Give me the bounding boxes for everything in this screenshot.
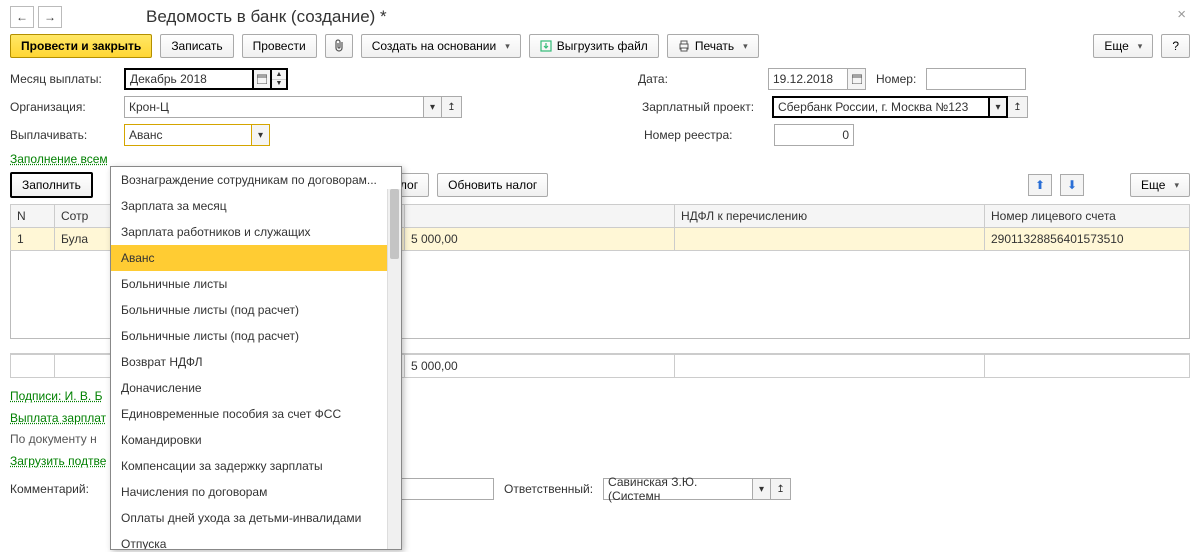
dropdown-item[interactable]: Оплаты дней ухода за детьми-инвалидами	[111, 505, 401, 531]
dropdown-item[interactable]: Компенсации за задержку зарплаты	[111, 453, 401, 479]
org-label: Организация:	[10, 100, 114, 114]
printer-icon	[678, 40, 690, 52]
responsible-dd-icon[interactable]: ▾	[753, 478, 771, 500]
print-button[interactable]: Печать	[667, 34, 759, 58]
registry-label: Номер реестра:	[644, 128, 764, 142]
upload-confirm-link[interactable]: Загрузить подтве	[10, 454, 106, 468]
payment-link[interactable]: Выплата зарплат	[10, 411, 106, 425]
save-button[interactable]: Записать	[160, 34, 233, 58]
close-icon[interactable]: ×	[1177, 6, 1186, 23]
fill-button[interactable]: Заполнить	[10, 172, 93, 198]
month-label: Месяц выплаты:	[10, 72, 114, 86]
create-based-button[interactable]: Создать на основании	[361, 34, 521, 58]
col-ndfl[interactable]: НДФЛ к перечислению	[675, 205, 985, 228]
dropdown-item[interactable]: Зарплата работников и служащих	[111, 219, 401, 245]
dropdown-item[interactable]: Начисления по договорам	[111, 479, 401, 505]
pay-dd-icon[interactable]: ▾	[252, 124, 270, 146]
dropdown-item[interactable]: Вознаграждение сотрудникам по договорам.…	[111, 167, 401, 193]
table-more-button[interactable]: Еще	[1130, 173, 1190, 197]
calendar-icon[interactable]	[254, 68, 272, 90]
month-up-icon[interactable]: ▲	[272, 70, 286, 80]
nav-back-button[interactable]: ←	[10, 6, 34, 28]
responsible-label: Ответственный:	[504, 482, 593, 496]
dropdown-item[interactable]: Больничные листы (под расчет)	[111, 323, 401, 349]
scrollbar[interactable]	[387, 189, 401, 549]
date-label: Дата:	[638, 72, 758, 86]
month-down-icon[interactable]: ▼	[272, 80, 286, 89]
registry-input[interactable]: 0	[774, 124, 854, 146]
page-title: Ведомость в банк (создание) *	[146, 7, 387, 27]
signatures-link[interactable]: Подписи: И. В. Б	[10, 389, 102, 403]
dropdown-item[interactable]: Больничные листы	[111, 271, 401, 297]
date-calendar-icon[interactable]	[848, 68, 866, 90]
post-button[interactable]: Провести	[242, 34, 317, 58]
project-dd-icon[interactable]: ▾	[990, 96, 1008, 118]
month-input[interactable]: Декабрь 2018	[124, 68, 254, 90]
scrollbar-thumb[interactable]	[390, 189, 399, 259]
org-input[interactable]: Крон-Ц	[124, 96, 424, 118]
comment-label: Комментарий:	[10, 482, 114, 496]
date-input[interactable]: 19.12.2018	[768, 68, 848, 90]
org-dd-icon[interactable]: ▾	[424, 96, 442, 118]
more-button[interactable]: Еще	[1093, 34, 1153, 58]
help-button[interactable]: ?	[1161, 34, 1190, 58]
org-open-icon[interactable]: ↥	[442, 96, 462, 118]
dropdown-item[interactable]: Возврат НДФЛ	[111, 349, 401, 375]
dropdown-item[interactable]: Отпуска	[111, 531, 401, 550]
responsible-open-icon[interactable]: ↥	[771, 478, 791, 500]
attach-button[interactable]	[325, 34, 353, 58]
dropdown-item[interactable]: Больничные листы (под расчет)	[111, 297, 401, 323]
dropdown-item[interactable]: Зарплата за месяц	[111, 193, 401, 219]
col-amount[interactable]	[405, 205, 675, 228]
nav-forward-button[interactable]: →	[38, 6, 62, 28]
post-close-button[interactable]: Провести и закрыть	[10, 34, 152, 58]
move-down-button[interactable]: ⬇	[1060, 174, 1084, 196]
project-open-icon[interactable]: ↥	[1008, 96, 1028, 118]
pay-type-dropdown[interactable]: Вознаграждение сотрудникам по договорам.…	[110, 166, 402, 550]
dropdown-item[interactable]: Командировки	[111, 427, 401, 453]
responsible-input[interactable]: Савинская З.Ю. (Системн	[603, 478, 753, 500]
export-file-button[interactable]: Выгрузить файл	[529, 34, 659, 58]
number-label: Номер:	[876, 72, 916, 86]
number-input[interactable]	[926, 68, 1026, 90]
project-input[interactable]: Сбербанк России, г. Москва №123	[772, 96, 990, 118]
dropdown-item[interactable]: Доначисление	[111, 375, 401, 401]
pay-input[interactable]: Аванс	[124, 124, 252, 146]
move-up-button[interactable]: ⬆	[1028, 174, 1052, 196]
fill-all-link[interactable]: Заполнение всем	[10, 152, 108, 166]
export-icon	[540, 40, 552, 52]
col-n[interactable]: N	[11, 205, 55, 228]
pay-label: Выплачивать:	[10, 128, 114, 142]
project-label: Зарплатный проект:	[642, 100, 762, 114]
paperclip-icon	[333, 39, 345, 53]
dropdown-item[interactable]: Единовременные пособия за счет ФСС	[111, 401, 401, 427]
col-account[interactable]: Номер лицевого счета	[985, 205, 1190, 228]
dropdown-item[interactable]: Аванс	[111, 245, 401, 271]
update-tax-button[interactable]: Обновить налог	[437, 173, 548, 197]
